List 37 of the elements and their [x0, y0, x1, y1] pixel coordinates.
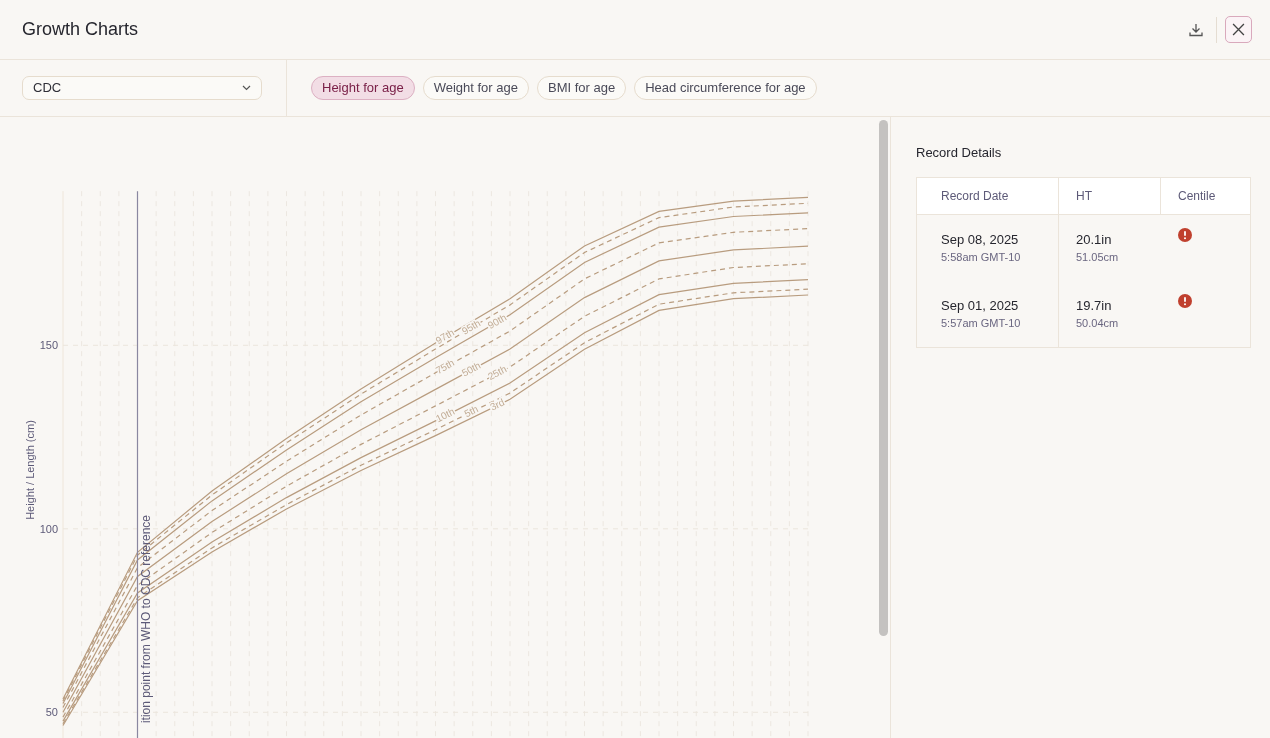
height-centimeters: 51.05cm [1076, 249, 1120, 265]
height-inches: 19.7in [1076, 296, 1113, 315]
chart-tab[interactable]: Height for age [311, 76, 415, 100]
height-inches: 20.1in [1076, 230, 1113, 249]
record-time: 5:57am GMT-10 [941, 315, 1022, 331]
transition-annotation: ition point from WHO to CDC reference [138, 515, 153, 724]
height-centimeters: 50.04cm [1076, 315, 1120, 331]
y-tick-label: 150 [39, 339, 58, 352]
centile-label: 90th [485, 311, 509, 331]
record-date: Sep 08, 2025 [941, 230, 1020, 249]
chart-tab[interactable]: Head circumference for age [634, 76, 817, 100]
close-button[interactable] [1225, 16, 1252, 43]
y-tick-label: 50 [45, 706, 58, 719]
centile-label: 10th [433, 405, 457, 425]
column-header: Centile [1178, 187, 1216, 205]
section-title: Record Details [916, 144, 1003, 162]
centile-label: 5th [462, 403, 480, 420]
y-tick-label: 100 [39, 522, 58, 535]
column-header: Record Date [941, 187, 1009, 205]
record-time: 5:58am GMT-10 [941, 249, 1022, 265]
window-title: Growth Charts [22, 18, 139, 41]
centile-label: 97th [433, 326, 457, 347]
centile-label: 25th [486, 363, 509, 383]
centile-label: 95th [459, 317, 483, 337]
centile-label: 75th [433, 357, 457, 377]
centile-label: 3rd [488, 396, 507, 413]
chart-tab[interactable]: BMI for age [537, 76, 627, 100]
column-header: HT [1076, 187, 1092, 205]
record-date: Sep 01, 2025 [941, 296, 1020, 315]
chart-tab[interactable]: Weight for age [422, 76, 529, 100]
centile-label: 50th [459, 359, 483, 379]
reference-select[interactable]: CDC [22, 76, 262, 100]
chevron-down-icon [242, 85, 251, 91]
download-icon[interactable] [1188, 21, 1204, 38]
y-axis-label: Height / Length (cm) [24, 420, 36, 520]
scrollbar-thumb[interactable] [879, 120, 888, 636]
close-icon [1232, 23, 1245, 36]
